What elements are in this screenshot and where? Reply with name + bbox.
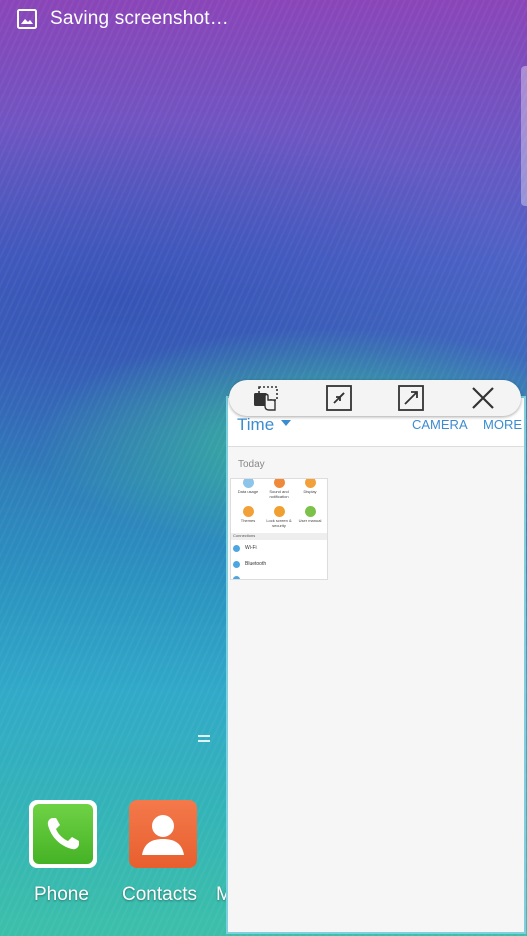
popup-window[interactable]: Time CAMERA MORE Today Data usage Sound …	[226, 396, 526, 934]
camera-action[interactable]: CAMERA	[412, 417, 468, 432]
contacts-app-label: Contacts	[122, 884, 197, 905]
notification-text: Saving screenshot…	[50, 8, 229, 29]
section-header-today: Today	[238, 459, 265, 470]
thumbnail-section-header: Connections	[231, 533, 327, 540]
screenshot-thumbnail[interactable]: Data usage Sound and notification Displa…	[230, 478, 328, 580]
more-action[interactable]: MORE	[483, 417, 522, 432]
minimize-icon[interactable]	[325, 384, 353, 412]
phone-icon	[47, 818, 79, 850]
view-selector[interactable]: Time	[237, 415, 274, 435]
contacts-icon	[142, 815, 184, 855]
thumbnail-tile: Sound and notification	[264, 479, 294, 499]
maximize-icon[interactable]	[397, 384, 425, 412]
screen-capture-icon[interactable]	[253, 384, 281, 412]
page-indicator[interactable]	[198, 735, 210, 745]
contacts-app-icon[interactable]	[129, 800, 197, 868]
close-icon[interactable]	[469, 384, 497, 412]
phone-app-label: Phone	[34, 884, 89, 905]
thumbnail-tile: Lock screen & security	[264, 506, 294, 528]
image-icon	[17, 9, 37, 29]
thumbnail-tile: Display	[295, 479, 325, 494]
thumbnail-row: Bluetooth	[233, 558, 325, 570]
status-bar: Saving screenshot…	[0, 0, 527, 38]
dropdown-arrow-icon[interactable]	[281, 420, 291, 426]
thumbnail-row	[233, 573, 325, 579]
popup-toolbar	[229, 380, 521, 416]
thumbnail-tile: User manual	[295, 506, 325, 523]
edge-panel-handle[interactable]	[521, 66, 527, 206]
thumbnail-row: Wi-Fi	[233, 542, 325, 554]
thumbnail-tile: Themes	[233, 506, 263, 523]
phone-app-icon[interactable]	[29, 800, 97, 868]
thumbnail-tile: Data usage	[233, 479, 263, 494]
